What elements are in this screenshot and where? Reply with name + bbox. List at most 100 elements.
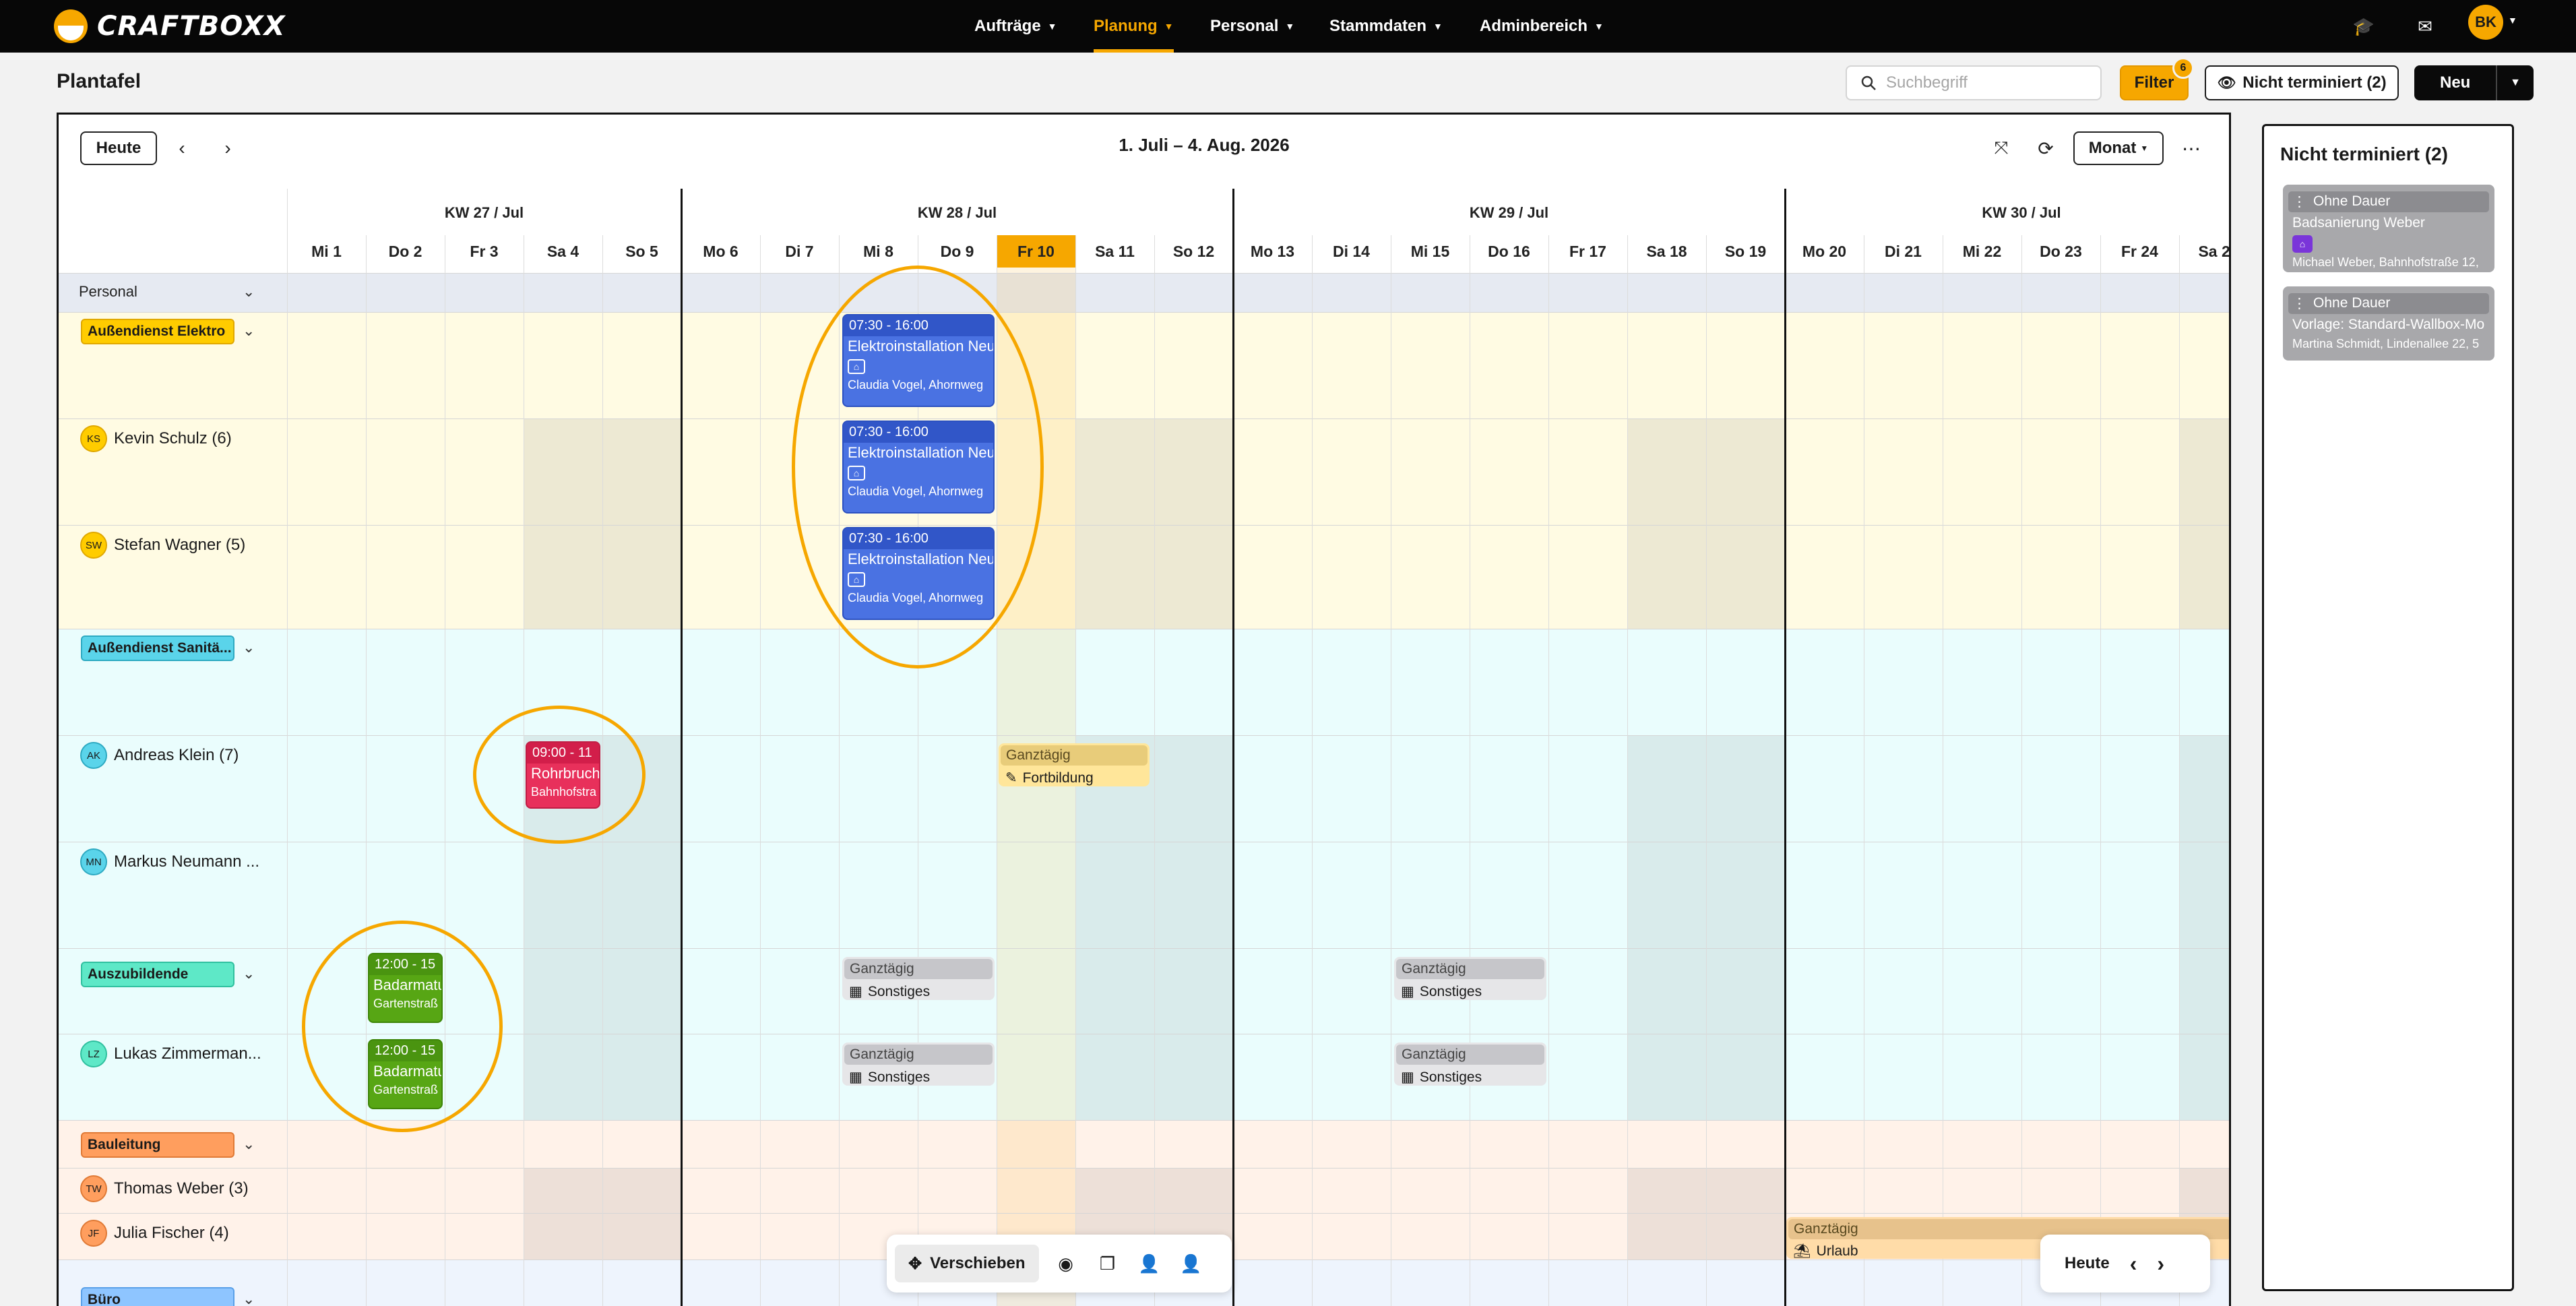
day-header[interactable]: Sa 4 — [524, 235, 602, 268]
graduation-cap-icon[interactable]: 🎓 — [2350, 12, 2378, 40]
copy-icon[interactable]: ❐ — [1093, 1249, 1123, 1278]
day-header[interactable]: Sa 18 — [1627, 235, 1706, 268]
more-icon[interactable]: ⋯ — [2177, 134, 2205, 162]
person-markus-neumann[interactable]: MN Markus Neumann ... — [80, 848, 259, 875]
person-lukas-zimmermann[interactable]: LZ Lukas Zimmerman... — [80, 1040, 261, 1067]
day-header[interactable]: Mi 15 — [1391, 235, 1470, 268]
row-divider — [59, 735, 2229, 736]
event-sonstiges[interactable]: Ganztägig ▦ Sonstiges — [842, 1043, 995, 1086]
week-divider — [1784, 189, 1786, 1306]
day-header[interactable]: Di 7 — [760, 235, 839, 268]
avatar: KS — [80, 425, 107, 452]
tag-icon: ⌂ — [848, 572, 865, 587]
event-sonstiges[interactable]: Ganztägig ▦ Sonstiges — [1394, 1043, 1546, 1086]
nav-adminbereich[interactable]: Adminbereich ▼ — [1480, 0, 1604, 53]
collapse-icon[interactable]: ⤧ — [1987, 134, 2015, 162]
person-kevin-schulz[interactable]: KS Kevin Schulz (6) — [80, 425, 232, 452]
search-input[interactable] — [1886, 73, 2088, 92]
event-sonstiges[interactable]: Ganztägig ▦ Sonstiges — [1394, 957, 1546, 1000]
weekend-shade — [2179, 418, 2229, 629]
eye-icon[interactable]: ◉ — [1051, 1249, 1081, 1278]
day-header[interactable]: Do 23 — [2021, 235, 2100, 268]
day-header[interactable]: Mo 6 — [681, 235, 760, 268]
search-icon — [1861, 75, 1876, 90]
chevron-down-icon[interactable]: ⌄ — [243, 639, 255, 656]
day-header[interactable]: Mi 22 — [1943, 235, 2021, 268]
day-header[interactable]: Do 16 — [1470, 235, 1548, 268]
user-avatar[interactable]: BK — [2468, 5, 2503, 40]
filter-button[interactable]: Filter 6 — [2120, 57, 2194, 100]
nav-planung[interactable]: Planung ▼ — [1094, 0, 1174, 53]
nav-stammdaten[interactable]: Stammdaten ▼ — [1329, 0, 1443, 53]
person-stefan-wagner[interactable]: SW Stefan Wagner (5) — [80, 532, 245, 559]
today-button[interactable]: Heute — [2065, 1254, 2110, 1273]
day-header[interactable]: Fr 17 — [1548, 235, 1627, 268]
event-rohrbruch[interactable]: 09:00 - 11 Rohrbruch Bahnhofstra — [526, 741, 600, 809]
unscheduled-panel: Nicht terminiert (2) ⋮ Ohne Dauer Badsani… — [2262, 124, 2514, 1291]
nav-label: Aufträge — [974, 17, 1041, 35]
day-header[interactable]: Di 21 — [1864, 235, 1943, 268]
move-button[interactable]: ✥ Verschieben — [895, 1245, 1039, 1282]
event-elektroinstallation[interactable]: 07:30 - 16:00 Elektroinstallation Neu ⌂ … — [842, 421, 995, 514]
day-header[interactable]: So 19 — [1706, 235, 1785, 268]
day-header[interactable]: Sa 11 — [1075, 235, 1154, 268]
week-label: KW 29 / Jul — [1469, 204, 1549, 221]
avatar: TW — [80, 1175, 107, 1202]
user-add-icon[interactable]: 👤 — [1135, 1249, 1164, 1278]
group-aussendienst-sanitaer[interactable]: Außendienst Sanitä... — [81, 635, 234, 661]
chevron-down-icon[interactable]: ⌄ — [243, 283, 255, 301]
brand-logo[interactable]: CRAFTBOXX — [54, 2, 285, 51]
unscheduled-card[interactable]: ⋮ Ohne Dauer Badsanierung Weber ⌂ Michael… — [2283, 185, 2494, 272]
chevron-down-icon[interactable]: ▼ — [2508, 15, 2517, 26]
view-select[interactable]: Monat ▼ — [2073, 131, 2164, 165]
day-header[interactable]: Mi 1 — [287, 235, 366, 268]
day-header[interactable]: Mi 8 — [839, 235, 918, 268]
chevron-down-icon[interactable]: ⌄ — [243, 322, 255, 340]
day-header[interactable]: Fr 3 — [445, 235, 524, 268]
event-fortbildung[interactable]: Ganztägig ✎ Fortbildung — [999, 743, 1150, 786]
new-dropdown-caret-icon[interactable]: ▼ — [2496, 65, 2534, 100]
nav-auftraege[interactable]: Aufträge ▼ — [974, 0, 1057, 53]
day-header[interactable]: Mo 13 — [1233, 235, 1312, 268]
group-bauleitung[interactable]: Bauleitung — [81, 1132, 234, 1158]
day-header[interactable]: Fr 10 — [997, 235, 1075, 268]
day-header[interactable]: Fr 24 — [2100, 235, 2179, 268]
nav-personal[interactable]: Personal ▼ — [1210, 0, 1294, 53]
today-button[interactable]: Heute — [80, 131, 157, 165]
search-box[interactable] — [1846, 65, 2102, 100]
unscheduled-toggle-button[interactable]: 👁 Nicht terminiert (2) — [2205, 65, 2399, 100]
new-button[interactable]: Neu ▼ — [2414, 65, 2534, 100]
drag-handle-icon[interactable]: ⋮ — [2292, 295, 2306, 312]
event-elektroinstallation[interactable]: 07:30 - 16:00 Elektroinstallation Neu ⌂ … — [842, 314, 995, 407]
day-header[interactable]: Mo 20 — [1785, 235, 1864, 268]
chevron-down-icon[interactable]: ⌄ — [243, 965, 255, 983]
mail-icon[interactable]: ✉ — [2411, 12, 2439, 40]
chevron-down-icon[interactable]: ⌄ — [243, 1136, 255, 1153]
drag-handle-icon[interactable]: ⋮ — [2292, 193, 2306, 210]
day-header[interactable]: Sa 25 — [2179, 235, 2229, 268]
day-header[interactable]: Do 9 — [918, 235, 997, 268]
group-aussendienst-elektro[interactable]: Außendienst Elektro — [81, 319, 234, 344]
day-header[interactable]: So 5 — [602, 235, 681, 268]
event-sonstiges[interactable]: Ganztägig ▦ Sonstiges — [842, 957, 995, 1000]
user-remove-icon[interactable]: 👤 — [1176, 1249, 1206, 1278]
move-icon: ✥ — [908, 1254, 922, 1273]
event-badarmatur[interactable]: 12:00 - 15 Badarmatu Gartenstraß — [368, 1039, 443, 1109]
day-header[interactable]: Do 2 — [366, 235, 445, 268]
chevron-down-icon[interactable]: ⌄ — [243, 1291, 255, 1306]
chevron-left-icon[interactable]: ‹ — [2130, 1251, 2137, 1276]
chevron-right-icon[interactable]: › — [214, 134, 242, 162]
person-julia-fischer[interactable]: JF Julia Fischer (4) — [80, 1220, 229, 1247]
day-header[interactable]: Di 14 — [1312, 235, 1391, 268]
group-auszubildende[interactable]: Auszubildende — [81, 962, 234, 987]
group-buero[interactable]: Büro — [81, 1287, 234, 1306]
chevron-right-icon[interactable]: › — [2157, 1251, 2164, 1276]
chevron-left-icon[interactable]: ‹ — [168, 134, 196, 162]
event-elektroinstallation[interactable]: 07:30 - 16:00 Elektroinstallation Neu ⌂ … — [842, 527, 995, 620]
event-badarmatur[interactable]: 12:00 - 15 Badarmatu Gartenstraß — [368, 953, 443, 1023]
person-thomas-weber[interactable]: TW Thomas Weber (3) — [80, 1175, 249, 1202]
refresh-icon[interactable]: ⟳ — [2032, 134, 2060, 162]
unscheduled-card[interactable]: ⋮ Ohne Dauer Vorlage: Standard-Wallbox-Mo… — [2283, 286, 2494, 361]
day-header[interactable]: So 12 — [1154, 235, 1233, 268]
person-andreas-klein[interactable]: AK Andreas Klein (7) — [80, 742, 239, 769]
